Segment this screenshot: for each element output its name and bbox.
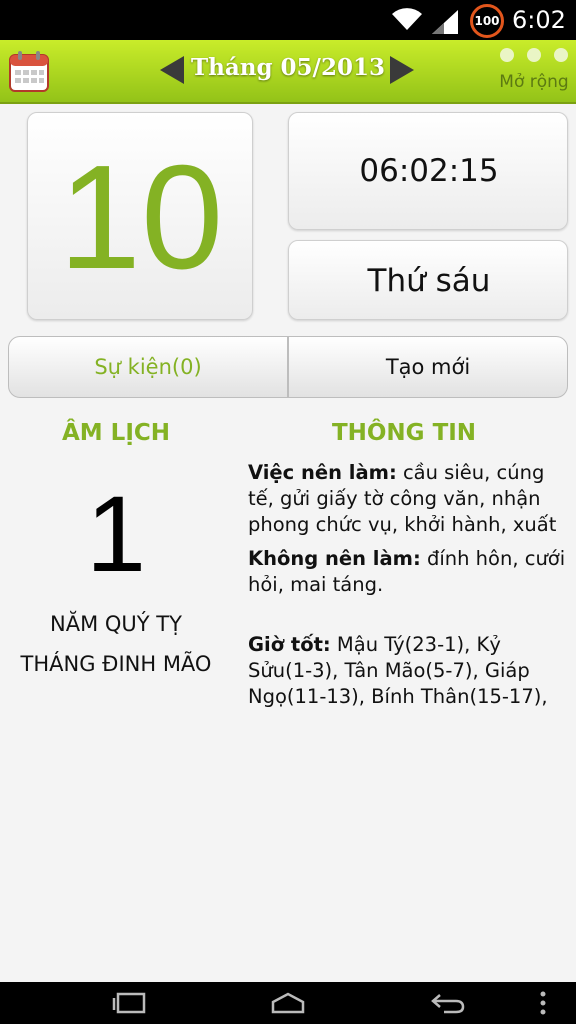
battery-level: 100 xyxy=(474,14,500,28)
calendar-icon[interactable] xyxy=(9,50,49,92)
day-number: 10 xyxy=(58,135,224,300)
good-label: Việc nên làm: xyxy=(248,461,397,484)
bad-label: Không nên làm: xyxy=(248,547,421,570)
arrow-left-icon[interactable] xyxy=(158,54,186,86)
dot xyxy=(527,48,541,62)
create-button[interactable]: Tạo mới xyxy=(288,336,568,398)
more-button[interactable]: Mở rộng xyxy=(496,72,572,92)
back-icon[interactable] xyxy=(430,990,466,1016)
recents-icon[interactable] xyxy=(112,990,148,1016)
lunar-month: THÁNG ĐINH MÃO xyxy=(20,652,212,676)
home-icon[interactable] xyxy=(270,990,306,1016)
dot xyxy=(554,48,568,62)
info-heading: THÔNG TIN xyxy=(331,420,477,446)
lunar-heading: ÂM LỊCH xyxy=(61,420,171,446)
hours-label: Giờ tốt: xyxy=(248,633,331,656)
dot xyxy=(500,48,514,62)
status-bar: 100 6:02 xyxy=(0,0,576,40)
signal-icon xyxy=(432,10,458,34)
more-dots-icon[interactable] xyxy=(500,48,568,68)
battery-icon: 100 xyxy=(470,4,504,38)
app-header: Tháng 05/2013 Mở rộng xyxy=(0,40,576,104)
menu-icon[interactable] xyxy=(538,990,548,1016)
lunar-year: NĂM QUÝ TỴ xyxy=(50,612,182,636)
status-clock: 6:02 xyxy=(512,6,566,34)
day-card: 10 xyxy=(27,112,253,320)
month-title: Tháng 05/2013 xyxy=(191,54,385,81)
good-hours: Giờ tốt: Mậu Tý(23-1), Kỷ Sửu(1-3), Tân … xyxy=(248,632,568,710)
good-activities: Việc nên làm: cầu siêu, cúng tế, gửi giấ… xyxy=(248,460,568,538)
time-card: 06:02:15 xyxy=(288,112,568,230)
weekday: Thứ sáu xyxy=(367,263,491,299)
arrow-right-icon[interactable] xyxy=(388,54,416,86)
events-button[interactable]: Sự kiện(0) xyxy=(8,336,288,398)
lunar-day: 1 xyxy=(85,473,147,594)
wifi-icon xyxy=(392,8,422,30)
navigation-bar xyxy=(0,982,576,1024)
current-time: 06:02:15 xyxy=(359,153,499,189)
bad-activities: Không nên làm: đính hôn, cưới hỏi, mai t… xyxy=(248,546,568,598)
weekday-card: Thứ sáu xyxy=(288,240,568,320)
